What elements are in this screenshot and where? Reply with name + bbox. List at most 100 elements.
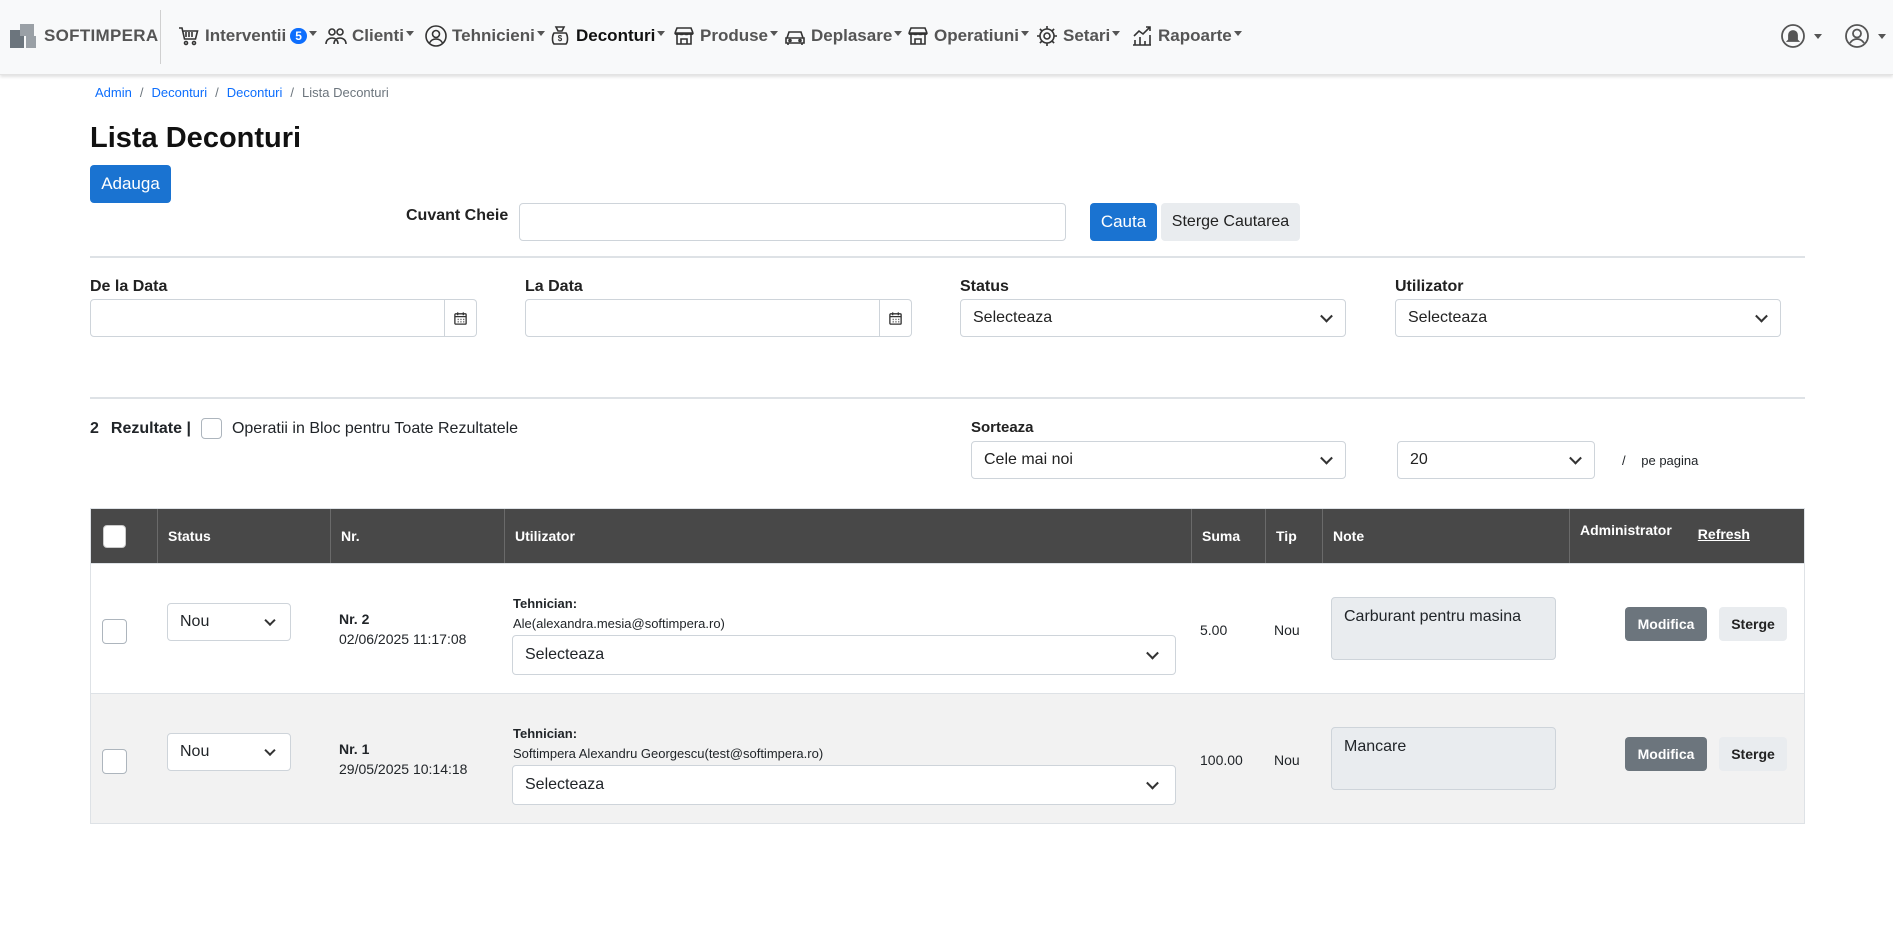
chart-icon — [1133, 26, 1151, 46]
nav-setari[interactable]: Setari — [1035, 22, 1121, 50]
row-sum: 100.00 — [1200, 752, 1243, 768]
sort-label: Sorteaza — [971, 419, 1034, 436]
header-status[interactable]: Status — [157, 509, 330, 563]
row-note[interactable]: Carburant pentru masina — [1331, 597, 1556, 660]
svg-text:$: $ — [558, 34, 563, 43]
row-user-select[interactable]: Selecteaza — [512, 765, 1176, 805]
bulk-operations-label: Operatii in Bloc pentru Toate Rezultatel… — [231, 419, 519, 437]
row-status-value: Nou — [180, 613, 210, 630]
results-summary: 2 Rezultate | Operatii in Bloc pentru To… — [90, 418, 518, 439]
nav-deplasare[interactable]: Deplasare — [783, 22, 903, 50]
nav-clienti[interactable]: Clienti — [324, 22, 414, 50]
row-type: Nou — [1274, 752, 1300, 768]
per-page-separator: / — [1622, 453, 1626, 468]
row-note[interactable]: Mancare — [1331, 727, 1556, 790]
nav-interventii[interactable]: Interventii 5 — [177, 22, 317, 50]
row-status-select[interactable]: Nou — [167, 603, 291, 641]
sort-select[interactable]: Cele mai noi — [971, 441, 1346, 479]
refresh-link[interactable]: Refresh — [1698, 526, 1750, 542]
chevron-down-icon — [1320, 309, 1333, 323]
brand-logo[interactable]: SOFTIMPERA — [10, 21, 158, 51]
page-title: Lista Deconturi — [90, 122, 302, 154]
keyword-label: Cuvant Cheie — [406, 207, 509, 224]
header-select-all-cell — [91, 509, 157, 563]
edit-button[interactable]: Modifica — [1625, 737, 1707, 771]
row-checkbox[interactable] — [102, 619, 127, 644]
header-admin-label: Administrator — [1580, 522, 1672, 538]
caret-down-icon — [1878, 33, 1886, 39]
gear-icon — [1037, 26, 1057, 46]
nav-tehnicieni[interactable]: Tehnicieni — [424, 22, 545, 50]
user-circle-icon — [425, 25, 447, 47]
divider — [90, 397, 1805, 399]
breadcrumb-deconturi-2[interactable]: Deconturi — [227, 85, 283, 100]
nav-rapoarte[interactable]: Rapoarte — [1130, 22, 1242, 50]
select-all-checkbox[interactable] — [103, 524, 126, 548]
nav-label: Rapoarte — [1158, 26, 1232, 45]
to-date-picker[interactable] — [525, 299, 912, 337]
calendar-icon[interactable] — [445, 299, 477, 337]
search-button[interactable]: Cauta — [1090, 203, 1157, 241]
delete-button[interactable]: Sterge — [1719, 737, 1787, 771]
divider — [90, 256, 1805, 258]
navbar-divider — [160, 10, 161, 64]
table-row: Nou Nr. 2 02/06/2025 11:17:08 Tehnician:… — [91, 563, 1804, 693]
chevron-down-icon — [1320, 451, 1333, 465]
breadcrumb-admin[interactable]: Admin — [95, 85, 132, 100]
user-menu-dropdown[interactable] — [1844, 22, 1886, 50]
car-icon — [785, 31, 805, 45]
add-button[interactable]: Adauga — [90, 165, 171, 203]
from-date-label: De la Data — [90, 278, 168, 295]
header-notes[interactable]: Note — [1322, 509, 1569, 563]
nav-label: Deconturi — [576, 26, 656, 45]
nav-operatiuni[interactable]: Operatiuni — [906, 22, 1030, 50]
bulk-operations-checkbox[interactable] — [200, 418, 222, 439]
nav-label: Interventii — [205, 26, 287, 45]
calendar-icon[interactable] — [880, 299, 912, 337]
per-page-select[interactable]: 20 — [1397, 441, 1595, 479]
status-filter-select[interactable]: Selecteaza — [960, 299, 1346, 337]
caret-down-icon — [770, 30, 779, 36]
results-count: 2 — [90, 419, 99, 437]
from-date-input[interactable] — [90, 299, 445, 337]
users-icon — [325, 28, 347, 45]
row-user-select-value: Selecteaza — [525, 776, 605, 793]
nav-label: Setari — [1063, 26, 1111, 45]
to-date-input[interactable] — [525, 299, 880, 337]
per-page-value: 20 — [1410, 451, 1428, 468]
edit-button[interactable]: Modifica — [1625, 607, 1707, 641]
row-checkbox[interactable] — [102, 749, 127, 774]
per-page-label: pe pagina — [1641, 453, 1699, 468]
nav-produse[interactable]: Produse — [672, 22, 779, 50]
chevron-down-icon — [1755, 309, 1768, 323]
header-type[interactable]: Tip — [1265, 509, 1322, 563]
caret-down-icon — [1112, 30, 1121, 36]
clear-search-button[interactable]: Sterge Cautarea — [1161, 203, 1300, 241]
user-filter-value: Selecteaza — [1408, 309, 1488, 326]
row-date: 29/05/2025 10:14:18 — [339, 761, 468, 777]
delete-button[interactable]: Sterge — [1719, 607, 1787, 641]
header-nr[interactable]: Nr. — [330, 509, 504, 563]
status-filter-label: Status — [960, 278, 1009, 295]
row-user-name: Softimpera Alexandru Georgescu(test@soft… — [513, 746, 824, 761]
keyword-input[interactable] — [519, 203, 1066, 241]
row-status-select[interactable]: Nou — [167, 733, 291, 771]
user-filter-select[interactable]: Selecteaza — [1395, 299, 1781, 337]
nav-label: Produse — [700, 26, 769, 45]
nav-deconturi[interactable]: $ Deconturi — [548, 22, 666, 50]
row-user-select[interactable]: Selecteaza — [512, 635, 1176, 675]
breadcrumb-deconturi[interactable]: Deconturi — [151, 85, 207, 100]
row-number[interactable]: Nr. 1 — [339, 741, 369, 757]
chevron-down-icon — [264, 744, 276, 757]
row-number[interactable]: Nr. 2 — [339, 611, 369, 627]
header-user[interactable]: Utilizator — [504, 509, 1191, 563]
logo-icon — [10, 24, 42, 48]
header-sum[interactable]: Suma — [1191, 509, 1265, 563]
caret-down-icon — [536, 30, 545, 36]
breadcrumb-current: Lista Deconturi — [302, 85, 389, 100]
row-sum: 5.00 — [1200, 622, 1228, 638]
row-user-role: Tehnician: — [513, 726, 578, 741]
top-navbar: SOFTIMPERA Interventii 5 Clienti Tehnici… — [0, 0, 1893, 75]
from-date-picker[interactable] — [90, 299, 477, 337]
notifications-dropdown[interactable] — [1780, 22, 1822, 50]
